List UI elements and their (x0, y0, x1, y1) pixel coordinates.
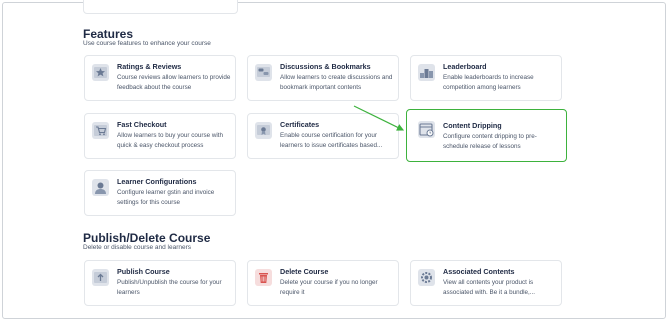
card-title: Discussions & Bookmarks (280, 62, 371, 71)
associated-contents-card[interactable]: Associated Contents View all contents yo… (410, 260, 562, 306)
feature-card-learner-configurations[interactable]: Learner Configurations Configure learner… (84, 170, 236, 216)
feature-card-fast-checkout[interactable]: Fast Checkout Allow learners to buy your… (84, 113, 236, 159)
card-description: Course reviews allow learners to provide… (117, 74, 231, 91)
card-title: Content Dripping (443, 121, 502, 130)
trash-icon (255, 269, 272, 286)
card-title: Learner Configurations (117, 177, 197, 186)
card-description: Publish/Unpublish the course for your le… (117, 279, 222, 296)
feature-card-content-dripping[interactable]: Content Dripping Configure content dripp… (406, 109, 567, 162)
card-title: Certificates (280, 120, 320, 129)
gear-icon (418, 269, 435, 286)
card-title: Publish Course (117, 267, 170, 276)
discussion-icon (255, 64, 272, 81)
feature-card-discussions-bookmarks[interactable]: Discussions & Bookmarks Allow learners t… (247, 55, 399, 101)
feature-card-ratings-reviews[interactable]: Ratings & Reviews Course reviews allow l… (84, 55, 236, 101)
user-config-icon (92, 179, 109, 196)
card-description: Enable course certification for your lea… (280, 132, 383, 149)
publish-course-card[interactable]: Publish Course Publish/Unpublish the cou… (84, 260, 236, 306)
publish-section-subtitle: Delete or disable course and learners (83, 244, 192, 251)
delete-course-card[interactable]: Delete Course Delete your course if you … (247, 260, 399, 306)
cart-icon (92, 122, 109, 139)
previous-card[interactable] (83, 0, 238, 14)
card-description: Configure content dripping to pre-schedu… (443, 133, 537, 150)
card-description: Delete your course if you no longer requ… (280, 279, 378, 296)
card-description: Configure learner gstin and invoice sett… (117, 189, 215, 206)
card-title: Leaderboard (443, 62, 487, 71)
card-title: Fast Checkout (117, 120, 167, 129)
features-section-title: Features (83, 27, 134, 41)
publish-section-title: Publish/Delete Course (83, 231, 211, 245)
card-title: Ratings & Reviews (117, 62, 182, 71)
upload-icon (92, 269, 109, 286)
card-title: Associated Contents (443, 267, 515, 276)
card-description: View all contents your product is associ… (443, 279, 536, 296)
feature-card-certificates[interactable]: Certificates Enable course certification… (247, 113, 399, 159)
card-description: Allow learners to buy your course with q… (117, 132, 224, 149)
card-description: Allow learners to create discussions and… (280, 74, 393, 91)
card-description: Enable leaderboards to increase competit… (443, 74, 534, 91)
certificate-icon (255, 122, 272, 139)
card-title: Delete Course (280, 267, 329, 276)
feature-card-leaderboard[interactable]: Leaderboard Enable leaderboards to incre… (410, 55, 562, 101)
leaderboard-icon (418, 64, 435, 81)
calendar-clock-icon (418, 121, 435, 138)
features-section-subtitle: Use course features to enhance your cour… (83, 40, 211, 47)
star-review-icon (92, 64, 109, 81)
